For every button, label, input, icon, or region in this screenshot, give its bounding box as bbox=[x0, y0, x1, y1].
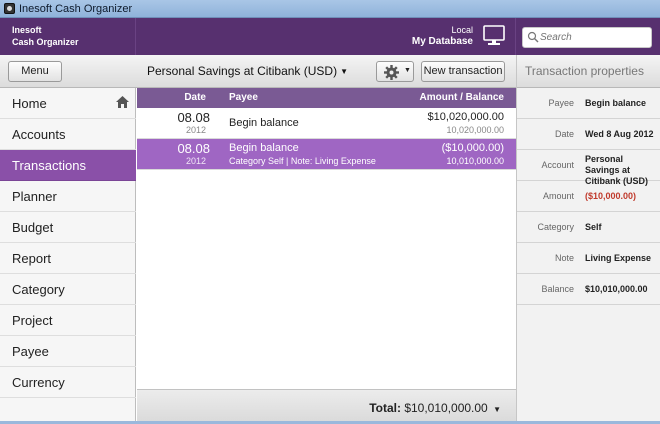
search-input[interactable] bbox=[540, 30, 648, 45]
column-header-amount[interactable]: Amount / Balance bbox=[420, 92, 504, 103]
row-note: Category Self | Note: Living Expense bbox=[229, 156, 376, 166]
row-year: 2012 bbox=[185, 125, 206, 135]
brand-line2: Cash Organizer bbox=[12, 37, 79, 47]
gear-icon bbox=[384, 65, 399, 80]
total-label: Total: bbox=[369, 401, 401, 415]
property-value: Living Expense bbox=[585, 253, 652, 263]
app-header: Inesoft Cash Organizer Local My Database bbox=[0, 18, 660, 55]
sidebar-item-report[interactable]: Report bbox=[0, 243, 136, 274]
property-value: Wed 8 Aug 2012 bbox=[585, 129, 654, 139]
property-key: Date bbox=[554, 129, 574, 139]
sidebar-item-transactions[interactable]: Transactions bbox=[0, 150, 136, 181]
sidebar-item-label: Project bbox=[12, 313, 53, 328]
property-value: Self bbox=[585, 222, 602, 232]
sidebar-item-currency[interactable]: Currency bbox=[0, 367, 136, 398]
sidebar-item-label: Report bbox=[12, 251, 52, 266]
window-titlebar: Inesoft Cash Organizer bbox=[0, 0, 660, 18]
sidebar-item-label: Accounts bbox=[12, 127, 66, 142]
sidebar-item-label: Currency bbox=[12, 375, 65, 390]
row-year: 2012 bbox=[185, 156, 206, 166]
window-title: Inesoft Cash Organizer bbox=[19, 3, 133, 15]
property-note[interactable]: Note Living Expense bbox=[517, 243, 660, 274]
property-key: Account bbox=[541, 160, 574, 170]
sidebar-item-accounts[interactable]: Accounts bbox=[0, 119, 136, 150]
table-header: Date Payee Amount / Balance bbox=[137, 88, 516, 108]
property-key: Category bbox=[537, 222, 574, 232]
property-key: Note bbox=[554, 253, 574, 263]
property-value: Begin balance bbox=[585, 98, 647, 108]
brand: Inesoft Cash Organizer bbox=[0, 18, 136, 55]
monitor-icon bbox=[483, 25, 505, 45]
column-header-date[interactable]: Date bbox=[137, 92, 206, 103]
sidebar-item-label: Payee bbox=[12, 344, 49, 359]
property-account[interactable]: Account Personal Savings at Citibank (US… bbox=[517, 150, 660, 186]
sidebar: Home Accounts Transactions Planner Budge… bbox=[0, 88, 136, 424]
column-header-payee[interactable]: Payee bbox=[229, 92, 258, 103]
brand-line1: Inesoft bbox=[12, 25, 42, 35]
property-payee[interactable]: Payee Begin balance bbox=[517, 88, 660, 119]
row-balance: 10,020,000.00 bbox=[446, 125, 504, 135]
sidebar-item-label: Home bbox=[12, 96, 47, 111]
sidebar-item-category[interactable]: Category bbox=[0, 274, 136, 305]
database-location: Local bbox=[451, 25, 473, 35]
properties-panel: Payee Begin balance Date Wed 8 Aug 2012 … bbox=[516, 88, 660, 424]
sidebar-item-label: Budget bbox=[12, 220, 54, 235]
chevron-down-icon: ▼ bbox=[404, 67, 411, 74]
property-key: Balance bbox=[541, 284, 574, 294]
row-amount: ($10,000.00) bbox=[441, 142, 504, 154]
property-amount[interactable]: Amount ($10,000.00) bbox=[517, 181, 660, 212]
sidebar-item-label: Planner bbox=[12, 189, 57, 204]
totals-bar: Total: $10,010,000.00 ▼ bbox=[137, 389, 516, 424]
row-amount: $10,020,000.00 bbox=[427, 111, 504, 123]
property-key: Payee bbox=[548, 98, 574, 108]
row-balance: 10,010,000.00 bbox=[446, 156, 504, 166]
new-transaction-button[interactable]: New transaction bbox=[421, 61, 505, 82]
row-date: 08.08 bbox=[177, 110, 210, 125]
table-row[interactable]: 08.08 2012 Begin balance $10,020,000.00 … bbox=[137, 108, 516, 139]
database-name: My Database bbox=[411, 36, 473, 47]
account-selector-label: Personal Savings at Citibank (USD) bbox=[147, 64, 338, 78]
transactions-panel: Date Payee Amount / Balance 08.08 2012 B… bbox=[137, 88, 516, 424]
database-selector[interactable]: Local My Database bbox=[136, 18, 516, 55]
property-value: ($10,000.00) bbox=[585, 191, 637, 201]
total-value: $10,010,000.00 bbox=[404, 401, 488, 415]
search-icon bbox=[527, 31, 539, 43]
account-selector[interactable]: Personal Savings at Citibank (USD) ▼ bbox=[147, 64, 348, 78]
sidebar-item-payee[interactable]: Payee bbox=[0, 336, 136, 367]
total-selector[interactable]: Total: $10,010,000.00 ▼ bbox=[369, 401, 501, 415]
property-date[interactable]: Date Wed 8 Aug 2012 bbox=[517, 119, 660, 150]
row-payee: Begin balance bbox=[229, 117, 299, 129]
settings-button[interactable]: ▼ bbox=[376, 61, 414, 82]
home-icon bbox=[116, 96, 129, 108]
sidebar-item-label: Transactions bbox=[12, 158, 86, 173]
sidebar-item-planner[interactable]: Planner bbox=[0, 181, 136, 212]
sidebar-item-home[interactable]: Home bbox=[0, 88, 136, 119]
table-row-selected[interactable]: 08.08 2012 Begin balance Category Self |… bbox=[137, 139, 516, 170]
chevron-down-icon: ▼ bbox=[493, 405, 501, 414]
database-label: Local My Database bbox=[412, 24, 473, 48]
sidebar-item-label: Category bbox=[12, 282, 65, 297]
property-balance[interactable]: Balance $10,010,000.00 bbox=[517, 274, 660, 305]
property-value: $10,010,000.00 bbox=[585, 284, 648, 294]
app-icon bbox=[4, 3, 15, 14]
row-payee: Begin balance bbox=[229, 142, 299, 154]
sidebar-item-budget[interactable]: Budget bbox=[0, 212, 136, 243]
menu-button[interactable]: Menu bbox=[8, 61, 62, 82]
property-key: Amount bbox=[542, 191, 574, 201]
property-category[interactable]: Category Self bbox=[517, 212, 660, 243]
properties-title: Transaction properties bbox=[516, 55, 660, 88]
row-date: 08.08 bbox=[177, 141, 210, 156]
chevron-down-icon: ▼ bbox=[340, 67, 348, 76]
search-box[interactable] bbox=[522, 27, 652, 48]
sidebar-item-project[interactable]: Project bbox=[0, 305, 136, 336]
